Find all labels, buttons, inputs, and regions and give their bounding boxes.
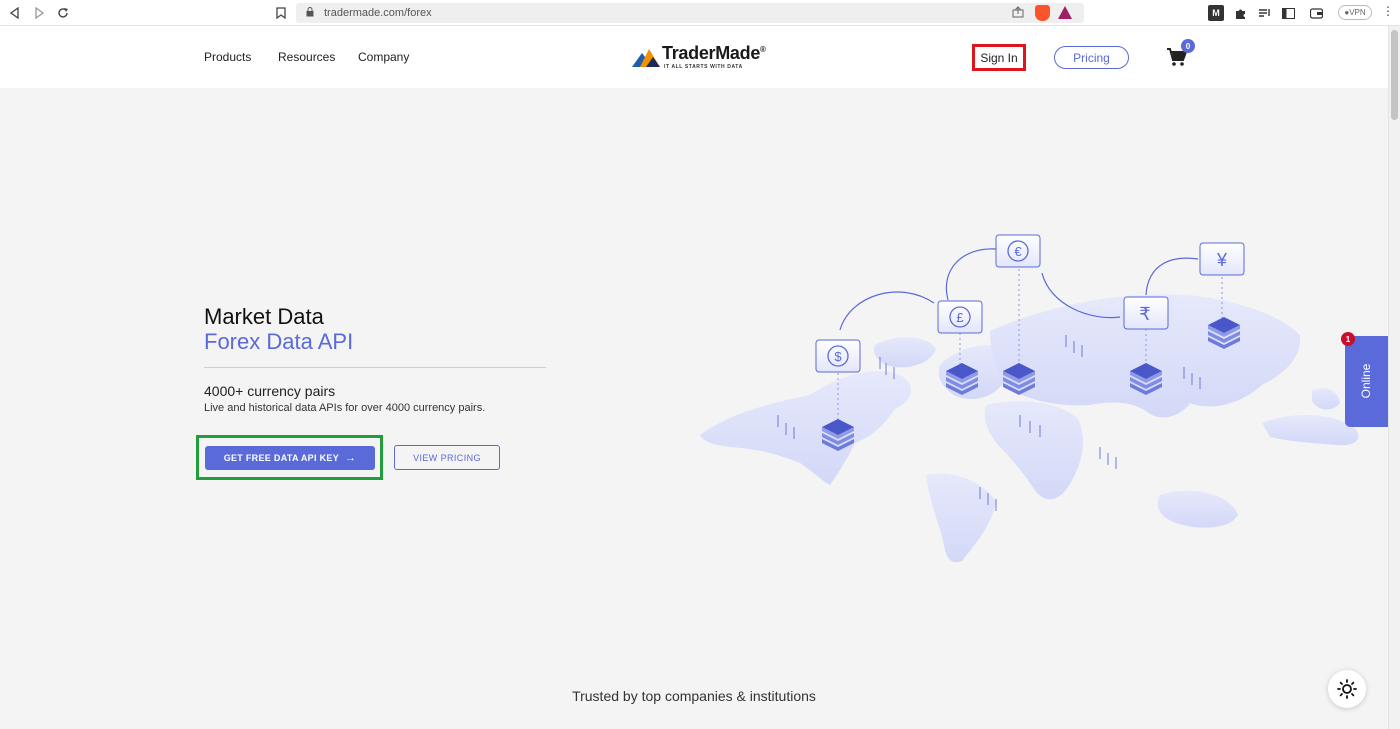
cart-count-badge: 0 — [1181, 39, 1195, 53]
hero-heading: 4000+ currency pairs — [204, 383, 336, 399]
nav-products[interactable]: Products — [204, 50, 251, 64]
wallet-icon[interactable] — [1308, 5, 1324, 21]
view-pricing-button[interactable]: VIEW PRICING — [394, 445, 500, 470]
menu-icon[interactable]: ⋮ — [1382, 4, 1394, 18]
cta-label: GET FREE DATA API KEY — [223, 453, 339, 463]
japan-shape — [1312, 388, 1340, 410]
extension-m-icon[interactable]: M — [1208, 5, 1224, 21]
north-america-shape — [700, 371, 911, 485]
currency-inr-tile: ₹ — [1123, 296, 1169, 330]
nav-resources[interactable]: Resources — [278, 50, 335, 64]
currency-jpy-symbol: ¥ — [1216, 250, 1228, 270]
bookmark-icon[interactable] — [272, 4, 290, 22]
playlist-icon[interactable] — [1256, 5, 1272, 21]
connector-usd-gbp — [839, 291, 935, 331]
hero-subtitle: Forex Data API — [204, 329, 354, 354]
africa-shape — [984, 401, 1083, 500]
lock-icon — [306, 7, 320, 19]
greenland-shape — [874, 337, 936, 368]
connector-gbp-eur — [945, 248, 997, 301]
page-scrollbar[interactable] — [1388, 26, 1400, 729]
currency-usd-symbol: $ — [834, 349, 842, 364]
trusted-heading: Trusted by top companies & institutions — [572, 688, 816, 704]
logo-mark-icon — [632, 49, 660, 67]
currency-eur-symbol: € — [1014, 244, 1022, 259]
currency-jpy-tile: ¥ — [1199, 242, 1245, 276]
south-america-shape — [926, 473, 996, 563]
currency-gbp-symbol: £ — [956, 310, 964, 325]
pricing-button[interactable]: Pricing — [1054, 46, 1129, 69]
hero-divider — [204, 367, 546, 368]
currency-gbp-tile: £ — [937, 300, 983, 334]
url-text: tradermade.com/forex — [324, 7, 432, 19]
sun-icon — [1337, 679, 1357, 699]
address-bar[interactable]: tradermade.com/forex — [296, 3, 1084, 23]
vpn-label: VPN — [1349, 8, 1366, 17]
sidebar-icon[interactable] — [1280, 5, 1296, 21]
back-icon[interactable] — [6, 4, 24, 22]
arrow-right-icon: → — [345, 452, 357, 464]
logo-tagline: IT ALL STARTS WITH DATA — [664, 64, 743, 70]
site-header: Products Resources Company TraderMade® I… — [0, 26, 1388, 88]
puzzle-icon[interactable] — [1232, 5, 1248, 21]
reload-icon[interactable] — [54, 4, 72, 22]
scroll-thumb[interactable] — [1391, 30, 1398, 120]
vpn-toggle[interactable]: ● VPN — [1338, 5, 1372, 20]
browser-toolbar: tradermade.com/forex M ● VPN ⋮ — [0, 0, 1400, 26]
hero-description: Live and historical data APIs for over 4… — [204, 402, 486, 414]
online-label: Online — [1359, 363, 1373, 399]
connector-inr-jpy — [1145, 257, 1199, 296]
sign-in-button[interactable]: Sign In — [972, 44, 1026, 71]
share-icon[interactable] — [1012, 6, 1024, 21]
hero-title: Market Data — [204, 304, 324, 329]
online-chat-tab[interactable]: Online — [1345, 336, 1388, 427]
get-free-api-key-button[interactable]: GET FREE DATA API KEY → — [205, 446, 375, 470]
world-map-illustration: $ £ € ₹ ¥ — [700, 234, 1359, 563]
currency-inr-symbol: ₹ — [1139, 304, 1150, 324]
currency-eur-tile: € — [995, 234, 1041, 268]
forward-icon[interactable] — [30, 4, 48, 22]
brave-rewards-icon[interactable] — [1058, 6, 1072, 19]
nav-company[interactable]: Company — [358, 50, 409, 64]
tradermade-logo[interactable]: TraderMade® IT ALL STARTS WITH DATA — [632, 43, 766, 73]
currency-usd-tile: $ — [815, 339, 861, 373]
theme-toggle-button[interactable] — [1328, 670, 1366, 708]
online-notification-badge: 1 — [1341, 332, 1355, 346]
logo-name: TraderMade® — [662, 43, 766, 63]
australia-shape — [1157, 490, 1238, 528]
brave-shield-icon[interactable] — [1035, 5, 1050, 21]
